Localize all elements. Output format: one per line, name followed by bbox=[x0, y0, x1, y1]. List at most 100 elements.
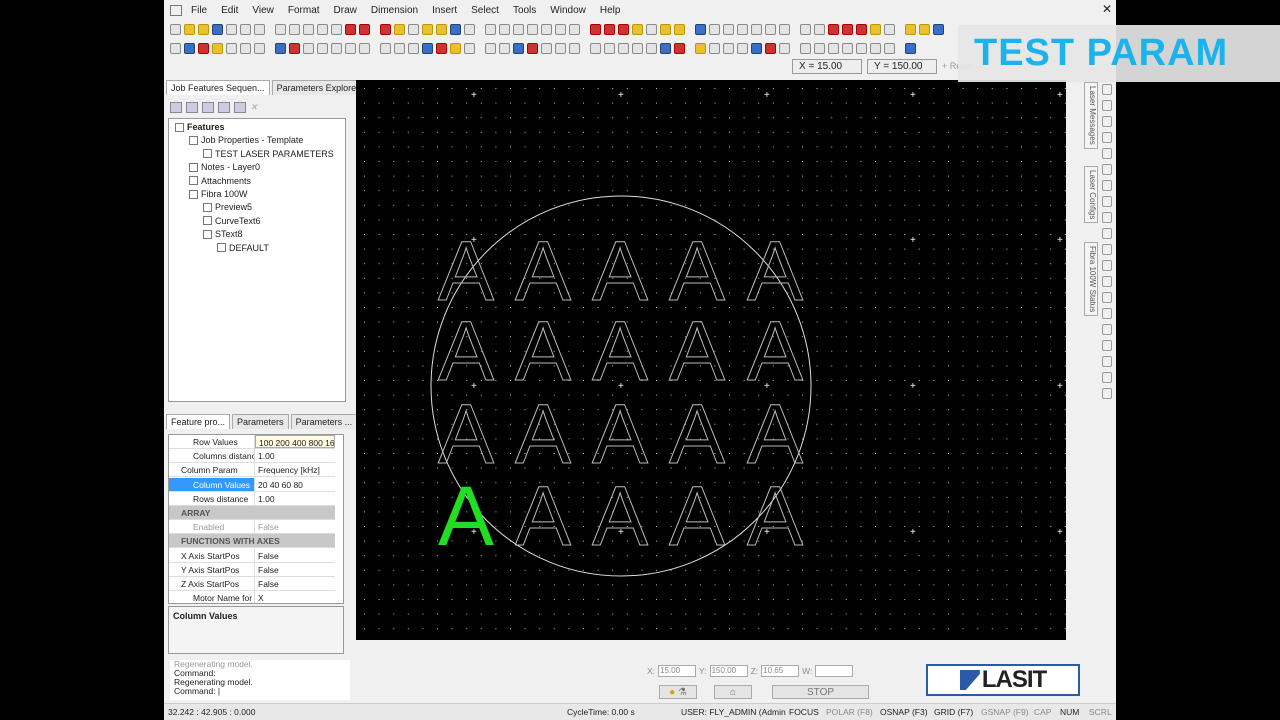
toolbar-tool-icon[interactable] bbox=[198, 42, 209, 54]
toolbar-tool-icon[interactable] bbox=[674, 42, 685, 54]
test-letter[interactable]: A bbox=[437, 387, 494, 482]
toolbar-tool-icon[interactable] bbox=[828, 23, 839, 35]
draw-tool-icon[interactable] bbox=[1102, 116, 1112, 127]
draw-tool-icon[interactable] bbox=[1102, 84, 1112, 95]
toolbar-tool-icon[interactable] bbox=[254, 23, 265, 35]
property-value[interactable]: False bbox=[255, 549, 335, 562]
toolbar-tool-icon[interactable] bbox=[723, 42, 734, 54]
tab-feature-properties[interactable]: Feature pro... bbox=[166, 414, 231, 429]
menu-format[interactable]: Format bbox=[281, 5, 327, 16]
property-row[interactable]: Column Param Frequency [kHz] bbox=[169, 463, 335, 478]
test-letter[interactable]: A bbox=[746, 304, 803, 399]
draw-tool-icon[interactable] bbox=[1102, 356, 1112, 367]
toolbar-tool-icon[interactable] bbox=[765, 23, 776, 35]
toolbar-tool-icon[interactable] bbox=[604, 42, 615, 54]
toolbar-tool-icon[interactable] bbox=[856, 42, 867, 54]
draw-tool-icon[interactable] bbox=[1102, 324, 1112, 335]
toolbar-tool-icon[interactable] bbox=[394, 23, 405, 35]
toolbar-tool-icon[interactable] bbox=[884, 42, 895, 54]
toolbar-tool-icon[interactable] bbox=[303, 42, 314, 54]
menu-view[interactable]: View bbox=[245, 5, 281, 16]
toolbar-tool-icon[interactable] bbox=[618, 42, 629, 54]
tab-parameters-explorer[interactable]: Parameters Explorer bbox=[271, 80, 365, 95]
property-value[interactable]: 1.00 bbox=[255, 492, 335, 505]
tab-parameters-more[interactable]: Parameters ... bbox=[290, 414, 358, 429]
draw-tool-icon[interactable] bbox=[1102, 228, 1112, 239]
property-row[interactable]: Enabled False bbox=[169, 520, 335, 535]
toolbar-tool-icon[interactable] bbox=[331, 42, 342, 54]
toolbar-tool-icon[interactable] bbox=[842, 42, 853, 54]
toolbar-tool-icon[interactable] bbox=[380, 23, 391, 35]
menu-window[interactable]: Window bbox=[543, 5, 593, 16]
toolbar-tool-icon[interactable] bbox=[905, 23, 916, 35]
test-letter[interactable]: A bbox=[668, 304, 725, 399]
tab-fibra-status[interactable]: Fibra 100W Status bbox=[1084, 242, 1098, 317]
toolbar-tool-icon[interactable] bbox=[464, 42, 475, 54]
tab-laser-messages[interactable]: Laser Messages bbox=[1084, 82, 1098, 149]
toolbar-tool-icon[interactable] bbox=[569, 23, 580, 35]
home-button[interactable]: ⌂ bbox=[714, 685, 752, 699]
toolbar-tool-icon[interactable] bbox=[408, 23, 419, 35]
wand-icon[interactable] bbox=[234, 102, 246, 113]
toolbar-tool-icon[interactable] bbox=[289, 23, 300, 35]
test-letter[interactable]: A bbox=[668, 387, 725, 482]
toolbar-tool-icon[interactable] bbox=[709, 23, 720, 35]
property-row[interactable]: Motor Name for XX bbox=[169, 591, 335, 603]
tree-node[interactable]: CurveText6 bbox=[203, 216, 261, 226]
toolbar-tool-icon[interactable] bbox=[254, 42, 265, 54]
draw-tool-icon[interactable] bbox=[1102, 148, 1112, 159]
command-input[interactable]: Command: | bbox=[174, 687, 350, 696]
draw-tool-icon[interactable] bbox=[1102, 100, 1112, 111]
toolbar-tool-icon[interactable] bbox=[422, 42, 433, 54]
polar-toggle[interactable]: POLAR (F8) bbox=[826, 707, 873, 717]
tab-job-features[interactable]: Job Features Sequen... bbox=[166, 80, 270, 95]
delete-icon[interactable]: ✕ bbox=[250, 102, 262, 113]
menu-dimension[interactable]: Dimension bbox=[364, 5, 425, 16]
toolbar-tool-icon[interactable] bbox=[450, 42, 461, 54]
menu-file[interactable]: File bbox=[184, 5, 214, 16]
grid-toggle[interactable]: GRID (F7) bbox=[934, 707, 973, 717]
toolbar-tool-icon[interactable] bbox=[800, 23, 811, 35]
refresh-icon[interactable] bbox=[186, 102, 198, 113]
toolbar-tool-icon[interactable] bbox=[527, 23, 538, 35]
canvas-svg[interactable]: + + + + ++ + ++ + + + ++ + + + +A A A A AA A A A AA A A A AA A A A A bbox=[356, 80, 1066, 640]
toolbar-tool-icon[interactable] bbox=[464, 23, 475, 35]
tab-parameters[interactable]: Parameters bbox=[232, 414, 289, 429]
toolbar-tool-icon[interactable] bbox=[569, 42, 580, 54]
toolbar-tool-icon[interactable] bbox=[198, 23, 209, 35]
toolbar-tool-icon[interactable] bbox=[604, 23, 615, 35]
toolbar-tool-icon[interactable] bbox=[632, 42, 643, 54]
property-row[interactable]: Y Axis StartPos False bbox=[169, 562, 335, 577]
toolbar-tool-icon[interactable] bbox=[646, 42, 657, 54]
w-field[interactable] bbox=[815, 665, 854, 677]
toolbar-tool-icon[interactable] bbox=[814, 23, 825, 35]
toolbar-tool-icon[interactable] bbox=[555, 42, 566, 54]
test-letter[interactable]: A bbox=[591, 469, 648, 564]
toolbar-tool-icon[interactable] bbox=[695, 42, 706, 54]
property-value[interactable]: 1.00 bbox=[255, 449, 335, 462]
test-letter[interactable]: A bbox=[591, 304, 648, 399]
draw-tool-icon[interactable] bbox=[1102, 132, 1112, 143]
toolbar-tool-icon[interactable] bbox=[317, 23, 328, 35]
tree-node[interactable]: Attachments bbox=[189, 176, 251, 186]
menu-tools[interactable]: Tools bbox=[506, 5, 543, 16]
toolbar-tool-icon[interactable] bbox=[485, 42, 496, 54]
y-field[interactable]: 150.00 bbox=[709, 665, 748, 677]
toolbar-tool-icon[interactable] bbox=[436, 42, 447, 54]
property-row[interactable]: ARRAY bbox=[169, 506, 335, 520]
toolbar-tool-icon[interactable] bbox=[317, 42, 328, 54]
toolbar-tool-icon[interactable] bbox=[485, 23, 496, 35]
menu-help[interactable]: Help bbox=[593, 5, 628, 16]
toolbar-tool-icon[interactable] bbox=[240, 23, 251, 35]
toolbar-tool-icon[interactable] bbox=[226, 23, 237, 35]
toolbar-tool-icon[interactable] bbox=[646, 23, 657, 35]
property-row[interactable]: Column Values 20 40 60 80 bbox=[169, 477, 335, 492]
toolbar-tool-icon[interactable] bbox=[828, 42, 839, 54]
test-letter[interactable]: A bbox=[668, 469, 725, 564]
toolbar-tool-icon[interactable] bbox=[513, 23, 524, 35]
draw-tool-icon[interactable] bbox=[1102, 340, 1112, 351]
tree-node[interactable]: Features bbox=[175, 122, 225, 132]
toolbar-tool-icon[interactable] bbox=[345, 42, 356, 54]
toolbar-tool-icon[interactable] bbox=[170, 23, 181, 35]
property-value[interactable]: Frequency [kHz] bbox=[255, 463, 335, 476]
